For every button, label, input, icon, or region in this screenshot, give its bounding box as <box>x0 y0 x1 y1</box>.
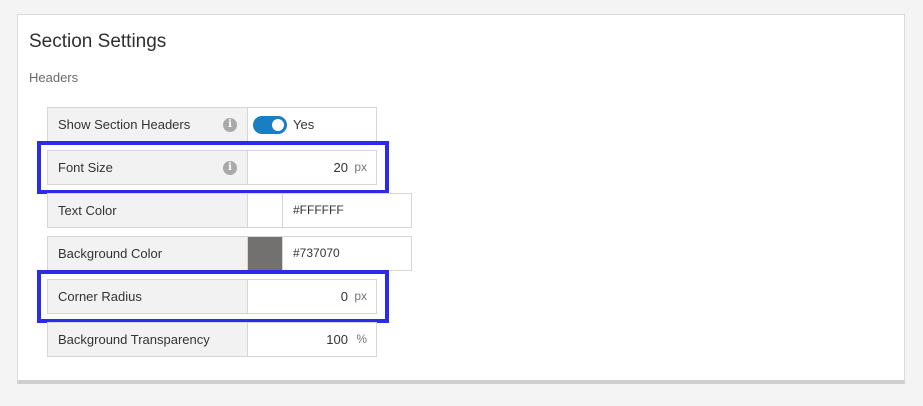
text-color-label: Text Color <box>58 203 117 218</box>
text-color-swatch[interactable] <box>247 193 282 228</box>
background-transparency-row: Background Transparency 100 % <box>47 322 377 357</box>
info-icon[interactable]: i <box>223 161 237 175</box>
background-transparency-unit: % <box>356 332 367 346</box>
corner-radius-row: Corner Radius 0 px <box>47 279 377 314</box>
text-color-hex-input[interactable]: #FFFFFF <box>282 193 412 228</box>
background-transparency-input[interactable]: 100 % <box>247 322 377 357</box>
font-size-label: Font Size <box>58 160 113 175</box>
toggle-knob <box>272 119 284 131</box>
show-section-headers-label: Show Section Headers <box>58 117 191 132</box>
background-color-hex-input[interactable]: #737070 <box>282 236 412 271</box>
headers-group-label: Headers <box>29 70 79 85</box>
background-transparency-label: Background Transparency <box>58 332 210 347</box>
corner-radius-input[interactable]: 0 px <box>247 279 377 314</box>
show-section-headers-label-cell: Show Section Headers i <box>47 107 247 142</box>
show-section-headers-row: Show Section Headers i Yes <box>47 107 377 142</box>
background-transparency-label-cell: Background Transparency <box>47 322 247 357</box>
background-color-label-cell: Background Color <box>47 236 247 271</box>
show-section-headers-value-cell: Yes <box>247 107 377 142</box>
font-size-label-cell: Font Size i <box>47 150 247 185</box>
background-transparency-value: 100 <box>326 332 348 347</box>
toggle-state-label: Yes <box>293 117 315 132</box>
show-section-headers-toggle[interactable] <box>253 116 287 134</box>
font-size-value: 20 <box>333 160 348 175</box>
font-size-input[interactable]: 20 px <box>247 150 377 185</box>
corner-radius-value: 0 <box>340 289 348 304</box>
corner-radius-unit: px <box>354 289 367 303</box>
text-color-label-cell: Text Color <box>47 193 247 228</box>
section-title: Section Settings <box>29 31 167 52</box>
font-size-row: Font Size i 20 px <box>47 150 377 185</box>
background-color-label: Background Color <box>58 246 163 261</box>
text-color-row: Text Color #FFFFFF <box>47 193 412 228</box>
background-color-swatch[interactable] <box>247 236 282 271</box>
corner-radius-label-cell: Corner Radius <box>47 279 247 314</box>
font-size-unit: px <box>354 160 367 174</box>
corner-radius-label: Corner Radius <box>58 289 142 304</box>
info-icon[interactable]: i <box>223 118 237 132</box>
background-color-row: Background Color #737070 <box>47 236 412 271</box>
